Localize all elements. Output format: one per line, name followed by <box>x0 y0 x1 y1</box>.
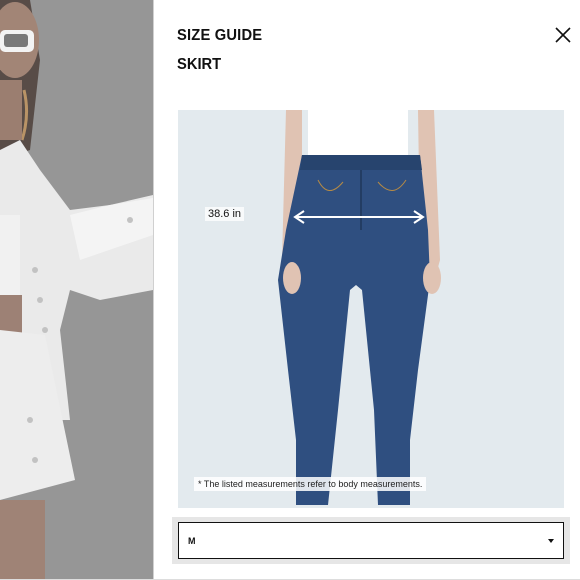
size-select[interactable]: M <box>178 522 564 559</box>
panel-title: SIZE GUIDE <box>177 27 263 44</box>
size-guide-model-image: 38.6 in * The listed measurements refer … <box>178 110 564 508</box>
measurement-note: * The listed measurements refer to body … <box>194 477 427 491</box>
close-button[interactable] <box>554 26 572 44</box>
hip-measurement-label: 38.6 in <box>205 207 245 221</box>
background-product-photo <box>0 0 153 580</box>
size-select-container: M <box>172 517 570 564</box>
caret-down-icon <box>548 539 554 543</box>
model-jeans-illustration <box>178 110 564 508</box>
size-guide-panel: SIZE GUIDE SKIRT 38.6 in * The listed me… <box>153 0 580 580</box>
close-icon <box>555 27 571 43</box>
product-category-title: SKIRT <box>177 56 222 73</box>
size-select-value: M <box>188 536 196 546</box>
